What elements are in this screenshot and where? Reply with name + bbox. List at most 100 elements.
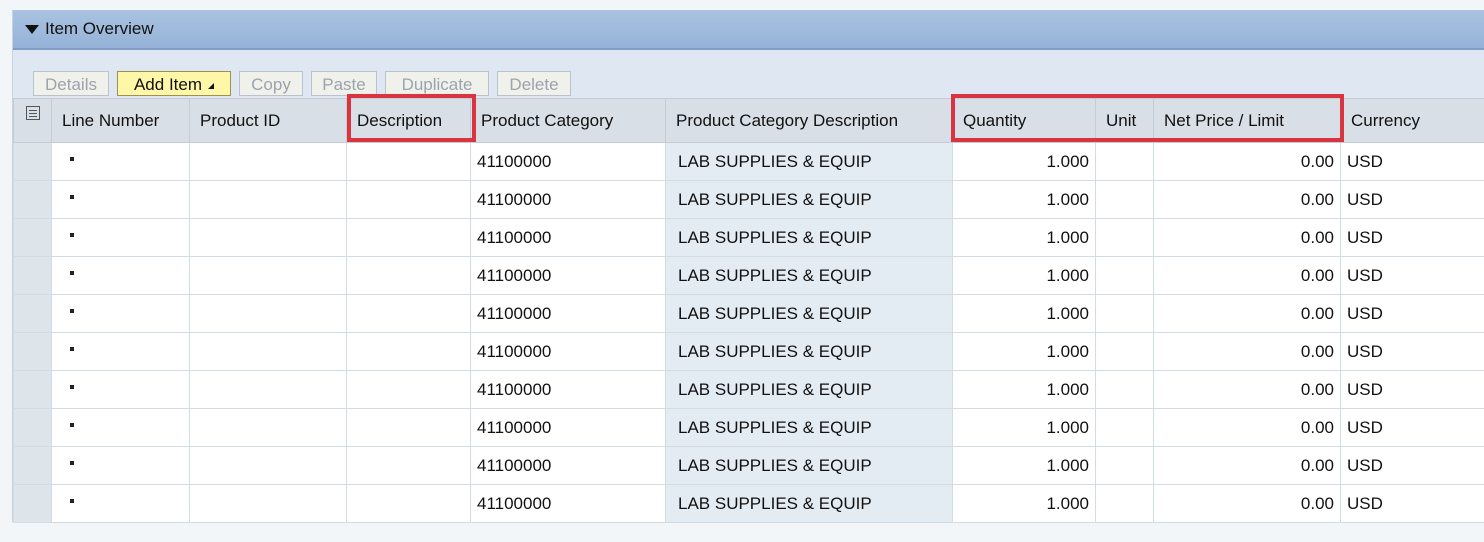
- collapse-triangle-icon[interactable]: [25, 24, 39, 34]
- product-category-cell[interactable]: 41100000: [470, 332, 666, 371]
- description-cell[interactable]: [346, 218, 471, 257]
- product-category-cell[interactable]: 41100000: [470, 370, 666, 409]
- product-category-cell[interactable]: 41100000: [470, 180, 666, 219]
- net-price-cell[interactable]: 0.00: [1153, 484, 1341, 523]
- line-number-cell[interactable]: [51, 332, 190, 371]
- description-cell[interactable]: [346, 446, 471, 485]
- table-row[interactable]: 41100000 LAB SUPPLIES & EQUIP 1.000 0.00 USD: [13, 446, 1484, 485]
- paste-button[interactable]: Paste: [311, 71, 377, 96]
- net-price-cell[interactable]: 0.00: [1153, 256, 1341, 295]
- column-header-description[interactable]: Description: [346, 98, 471, 143]
- row-selector[interactable]: [13, 408, 52, 447]
- product-id-cell[interactable]: [189, 332, 347, 371]
- currency-cell[interactable]: USD: [1340, 142, 1484, 181]
- quantity-cell[interactable]: 1.000: [952, 446, 1096, 485]
- column-header-product-category[interactable]: Product Category: [470, 98, 666, 143]
- description-cell[interactable]: [346, 332, 471, 371]
- quantity-cell[interactable]: 1.000: [952, 408, 1096, 447]
- product-category-cell[interactable]: 41100000: [470, 484, 666, 523]
- product-id-cell[interactable]: [189, 256, 347, 295]
- currency-cell[interactable]: USD: [1340, 332, 1484, 371]
- product-id-cell[interactable]: [189, 218, 347, 257]
- quantity-cell[interactable]: 1.000: [952, 370, 1096, 409]
- product-id-cell[interactable]: [189, 180, 347, 219]
- unit-cell[interactable]: [1095, 332, 1154, 371]
- line-number-cell[interactable]: [51, 294, 190, 333]
- add-item-button[interactable]: Add Item: [117, 71, 231, 96]
- table-row[interactable]: 41100000 LAB SUPPLIES & EQUIP 1.000 0.00 USD: [13, 180, 1484, 219]
- row-selector[interactable]: [13, 180, 52, 219]
- description-cell[interactable]: [346, 256, 471, 295]
- table-row[interactable]: 41100000 LAB SUPPLIES & EQUIP 1.000 0.00 USD: [13, 218, 1484, 257]
- line-number-cell[interactable]: [51, 484, 190, 523]
- row-selector[interactable]: [13, 332, 52, 371]
- quantity-cell[interactable]: 1.000: [952, 142, 1096, 181]
- product-category-cell[interactable]: 41100000: [470, 142, 666, 181]
- net-price-cell[interactable]: 0.00: [1153, 180, 1341, 219]
- copy-button[interactable]: Copy: [239, 71, 303, 96]
- currency-cell[interactable]: USD: [1340, 180, 1484, 219]
- currency-cell[interactable]: USD: [1340, 218, 1484, 257]
- unit-cell[interactable]: [1095, 446, 1154, 485]
- description-cell[interactable]: [346, 370, 471, 409]
- unit-cell[interactable]: [1095, 484, 1154, 523]
- product-id-cell[interactable]: [189, 370, 347, 409]
- table-settings-icon[interactable]: [25, 105, 40, 120]
- delete-button[interactable]: Delete: [497, 71, 571, 96]
- product-category-cell[interactable]: 41100000: [470, 408, 666, 447]
- unit-cell[interactable]: [1095, 370, 1154, 409]
- quantity-cell[interactable]: 1.000: [952, 256, 1096, 295]
- currency-cell[interactable]: USD: [1340, 370, 1484, 409]
- table-row[interactable]: 41100000 LAB SUPPLIES & EQUIP 1.000 0.00 USD: [13, 370, 1484, 409]
- unit-cell[interactable]: [1095, 218, 1154, 257]
- unit-cell[interactable]: [1095, 256, 1154, 295]
- unit-cell[interactable]: [1095, 180, 1154, 219]
- product-category-cell[interactable]: 41100000: [470, 446, 666, 485]
- description-cell[interactable]: [346, 294, 471, 333]
- row-selector[interactable]: [13, 256, 52, 295]
- unit-cell[interactable]: [1095, 294, 1154, 333]
- net-price-cell[interactable]: 0.00: [1153, 142, 1341, 181]
- table-row[interactable]: 41100000 LAB SUPPLIES & EQUIP 1.000 0.00 USD: [13, 142, 1484, 181]
- product-id-cell[interactable]: [189, 446, 347, 485]
- row-selector[interactable]: [13, 446, 52, 485]
- description-cell[interactable]: [346, 180, 471, 219]
- quantity-cell[interactable]: 1.000: [952, 294, 1096, 333]
- column-header-unit[interactable]: Unit: [1095, 98, 1154, 143]
- product-category-cell[interactable]: 41100000: [470, 294, 666, 333]
- product-category-cell[interactable]: 41100000: [470, 218, 666, 257]
- table-row[interactable]: 41100000 LAB SUPPLIES & EQUIP 1.000 0.00 USD: [13, 408, 1484, 447]
- product-id-cell[interactable]: [189, 294, 347, 333]
- description-cell[interactable]: [346, 408, 471, 447]
- currency-cell[interactable]: USD: [1340, 294, 1484, 333]
- table-row[interactable]: 41100000 LAB SUPPLIES & EQUIP 1.000 0.00 USD: [13, 294, 1484, 333]
- row-selector[interactable]: [13, 484, 52, 523]
- column-header-product-category-description[interactable]: Product Category Description: [665, 98, 953, 143]
- line-number-cell[interactable]: [51, 256, 190, 295]
- currency-cell[interactable]: USD: [1340, 256, 1484, 295]
- table-row[interactable]: 41100000 LAB SUPPLIES & EQUIP 1.000 0.00 USD: [13, 484, 1484, 523]
- line-number-cell[interactable]: [51, 218, 190, 257]
- net-price-cell[interactable]: 0.00: [1153, 370, 1341, 409]
- line-number-cell[interactable]: [51, 446, 190, 485]
- table-row[interactable]: 41100000 LAB SUPPLIES & EQUIP 1.000 0.00 USD: [13, 256, 1484, 295]
- table-settings-cell[interactable]: [13, 98, 52, 143]
- currency-cell[interactable]: USD: [1340, 408, 1484, 447]
- unit-cell[interactable]: [1095, 142, 1154, 181]
- column-header-product-id[interactable]: Product ID: [189, 98, 347, 143]
- details-button[interactable]: Details: [33, 71, 109, 96]
- column-header-line-number[interactable]: Line Number: [51, 98, 190, 143]
- row-selector[interactable]: [13, 218, 52, 257]
- panel-header[interactable]: Item Overview: [13, 10, 1484, 50]
- column-header-net-price[interactable]: Net Price / Limit: [1153, 98, 1341, 143]
- quantity-cell[interactable]: 1.000: [952, 332, 1096, 371]
- column-header-currency[interactable]: Currency: [1340, 98, 1484, 143]
- line-number-cell[interactable]: [51, 180, 190, 219]
- net-price-cell[interactable]: 0.00: [1153, 218, 1341, 257]
- quantity-cell[interactable]: 1.000: [952, 484, 1096, 523]
- row-selector[interactable]: [13, 142, 52, 181]
- currency-cell[interactable]: USD: [1340, 446, 1484, 485]
- duplicate-button[interactable]: Duplicate: [385, 71, 489, 96]
- line-number-cell[interactable]: [51, 408, 190, 447]
- description-cell[interactable]: [346, 142, 471, 181]
